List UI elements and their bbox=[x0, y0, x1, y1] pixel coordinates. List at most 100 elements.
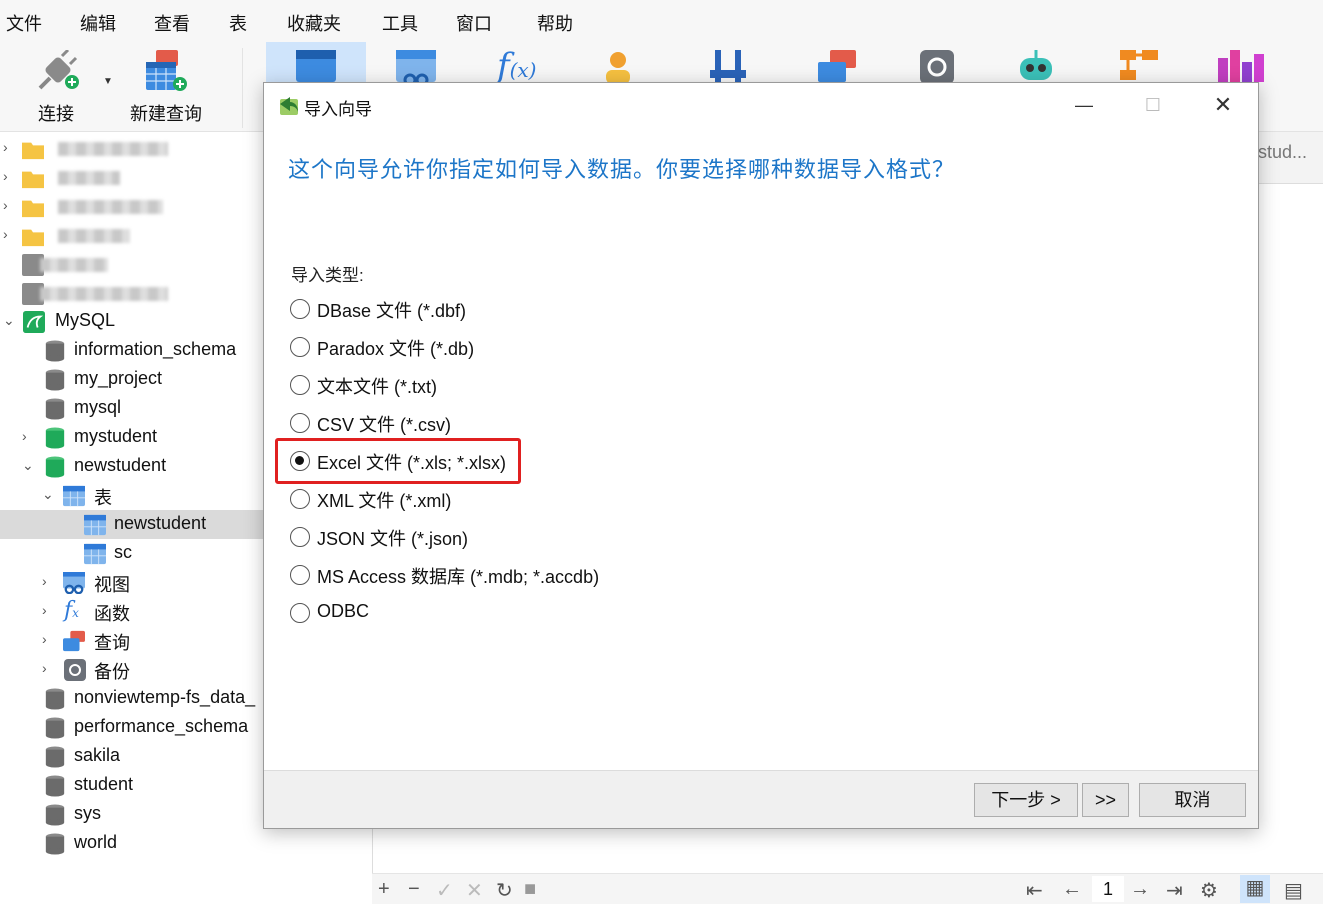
menu-table[interactable]: 表 bbox=[229, 10, 247, 36]
tree-row-mysql-connection[interactable]: ⌄ MySQL bbox=[0, 307, 263, 336]
chevron-right-icon[interactable]: › bbox=[42, 574, 56, 588]
new-query-label[interactable]: 新建查询 bbox=[130, 100, 202, 126]
discard-x-icon[interactable]: ✕ bbox=[466, 878, 483, 903]
apply-check-icon[interactable]: ✓ bbox=[436, 878, 453, 903]
connect-label[interactable]: 连接 bbox=[38, 100, 74, 126]
radio-button[interactable] bbox=[290, 413, 310, 433]
tools-icon[interactable] bbox=[708, 48, 748, 82]
new-query-icon[interactable] bbox=[144, 48, 190, 94]
last-page-icon[interactable]: ⇥ bbox=[1166, 878, 1183, 903]
tree-row-blurred-connection[interactable] bbox=[0, 250, 263, 279]
skip-to-end-button[interactable]: >> bbox=[1082, 783, 1129, 817]
radio-button[interactable] bbox=[290, 603, 310, 623]
chevron-down-icon[interactable]: ⌄ bbox=[22, 458, 36, 472]
database-label: newstudent bbox=[74, 455, 167, 475]
maximize-icon[interactable]: ☐ bbox=[1137, 91, 1169, 119]
grid-view-icon[interactable]: ▦ bbox=[1240, 875, 1270, 903]
tree-row-database[interactable]: my_project bbox=[0, 365, 263, 394]
query-icon[interactable] bbox=[818, 50, 858, 82]
form-view-icon[interactable]: ▤ bbox=[1284, 878, 1303, 903]
database-open-icon bbox=[45, 456, 65, 478]
tree-row-blurred-connection[interactable]: › bbox=[0, 163, 263, 192]
tree-row-database[interactable]: performance_schema bbox=[0, 713, 263, 742]
tree-row-tables-folder[interactable]: ⌄ 表 bbox=[0, 481, 263, 510]
chevron-right-icon[interactable]: › bbox=[42, 632, 56, 646]
tree-row-database[interactable]: information_schema bbox=[0, 336, 263, 365]
backup-icon bbox=[64, 659, 86, 681]
first-page-icon[interactable]: ⇤ bbox=[1026, 878, 1043, 903]
charts-icon[interactable] bbox=[1216, 48, 1266, 82]
model-icon[interactable] bbox=[1118, 48, 1160, 82]
radio-button[interactable] bbox=[290, 527, 310, 547]
chevron-right-icon[interactable]: › bbox=[3, 140, 17, 154]
tree-row-database[interactable]: › mystudent bbox=[0, 423, 263, 452]
tree-row-backups-folder[interactable]: › 备份 bbox=[0, 655, 263, 684]
tree-row-database[interactable]: nonviewtemp-fs_data_ bbox=[0, 684, 263, 713]
menu-view[interactable]: 查看 bbox=[154, 10, 190, 36]
connect-dropdown-icon[interactable]: ▼ bbox=[103, 76, 113, 87]
database-label: my_project bbox=[74, 368, 163, 388]
backup-icon[interactable] bbox=[920, 50, 954, 84]
radio-button[interactable] bbox=[290, 489, 310, 509]
refresh-icon[interactable]: ↻ bbox=[496, 878, 513, 903]
tree-row-functions-folder[interactable]: › fx 函数 bbox=[0, 597, 263, 626]
view-icon[interactable] bbox=[396, 50, 436, 82]
chevron-right-icon[interactable]: › bbox=[3, 169, 17, 183]
delete-record-icon[interactable]: − bbox=[408, 878, 420, 901]
add-record-icon[interactable]: + bbox=[378, 878, 390, 901]
plug-icon[interactable] bbox=[34, 50, 82, 94]
tree-row-database[interactable]: world bbox=[0, 829, 263, 858]
database-icon bbox=[45, 369, 65, 391]
next-page-icon[interactable]: → bbox=[1130, 878, 1150, 901]
close-icon[interactable]: ✕ bbox=[1207, 91, 1239, 119]
database-label: mystudent bbox=[74, 426, 158, 446]
tree-row-blurred-connection[interactable] bbox=[0, 279, 263, 308]
chevron-right-icon[interactable]: › bbox=[42, 603, 56, 617]
next-step-button[interactable]: 下一步 > bbox=[974, 783, 1078, 817]
radio-button[interactable] bbox=[290, 565, 310, 585]
tree-row-table[interactable]: sc bbox=[0, 539, 263, 568]
tree-row-database-newstudent[interactable]: ⌄ newstudent bbox=[0, 452, 263, 481]
chevron-down-icon[interactable]: ⌄ bbox=[42, 487, 56, 501]
table-icon[interactable] bbox=[296, 50, 336, 82]
tree-row-database[interactable]: student bbox=[0, 771, 263, 800]
chevron-right-icon[interactable]: › bbox=[3, 198, 17, 212]
minimize-icon[interactable]: — bbox=[1068, 91, 1100, 119]
cancel-button[interactable]: 取消 bbox=[1139, 783, 1246, 817]
menu-edit[interactable]: 编辑 bbox=[80, 10, 116, 36]
menu-window[interactable]: 窗口 bbox=[456, 10, 492, 36]
tree-row-database[interactable]: sakila bbox=[0, 742, 263, 771]
tree-row-blurred-connection[interactable]: › bbox=[0, 192, 263, 221]
page-number-field[interactable]: 1 bbox=[1092, 876, 1124, 902]
chevron-right-icon[interactable]: › bbox=[22, 429, 36, 443]
user-icon[interactable] bbox=[602, 50, 634, 82]
menu-favorites[interactable]: 收藏夹 bbox=[287, 10, 341, 36]
radio-button[interactable] bbox=[290, 337, 310, 357]
radio-button[interactable] bbox=[290, 299, 310, 319]
tree-row-database[interactable]: sys bbox=[0, 800, 263, 829]
menu-tools[interactable]: 工具 bbox=[382, 10, 418, 36]
menu-file[interactable]: 文件 bbox=[6, 10, 42, 36]
tree-row-blurred-connection[interactable]: › bbox=[0, 221, 263, 250]
database-icon bbox=[45, 833, 65, 855]
tree-row-blurred-connection[interactable]: › bbox=[0, 134, 263, 163]
database-icon bbox=[45, 804, 65, 826]
automation-robot-icon[interactable] bbox=[1016, 48, 1056, 82]
database-label: information_schema bbox=[74, 339, 237, 359]
connection-tree: › › › › ⌄ MySQL information_schema my_pr… bbox=[0, 132, 263, 904]
settings-gear-icon[interactable]: ⚙ bbox=[1200, 878, 1218, 903]
tree-row-queries-folder[interactable]: › 查询 bbox=[0, 626, 263, 655]
import-wizard-dialog: 导入向导 — ☐ ✕ 这个向导允许你指定如何导入数据。你要选择哪种数据导入格式？… bbox=[263, 82, 1259, 829]
chevron-right-icon[interactable]: › bbox=[42, 661, 56, 675]
tree-row-database[interactable]: mysql bbox=[0, 394, 263, 423]
chevron-right-icon[interactable]: › bbox=[3, 227, 17, 241]
tree-row-views-folder[interactable]: › 视图 bbox=[0, 568, 263, 597]
object-tab-label[interactable]: stud... bbox=[1258, 142, 1307, 163]
radio-button[interactable] bbox=[290, 375, 310, 395]
stop-icon[interactable]: ■ bbox=[524, 878, 536, 901]
chevron-down-icon[interactable]: ⌄ bbox=[3, 313, 17, 327]
previous-page-icon[interactable]: ← bbox=[1062, 878, 1082, 901]
function-icon[interactable]: f(x) bbox=[497, 46, 536, 86]
menu-help[interactable]: 帮助 bbox=[537, 10, 573, 36]
tree-row-table-selected[interactable]: newstudent bbox=[0, 510, 263, 539]
